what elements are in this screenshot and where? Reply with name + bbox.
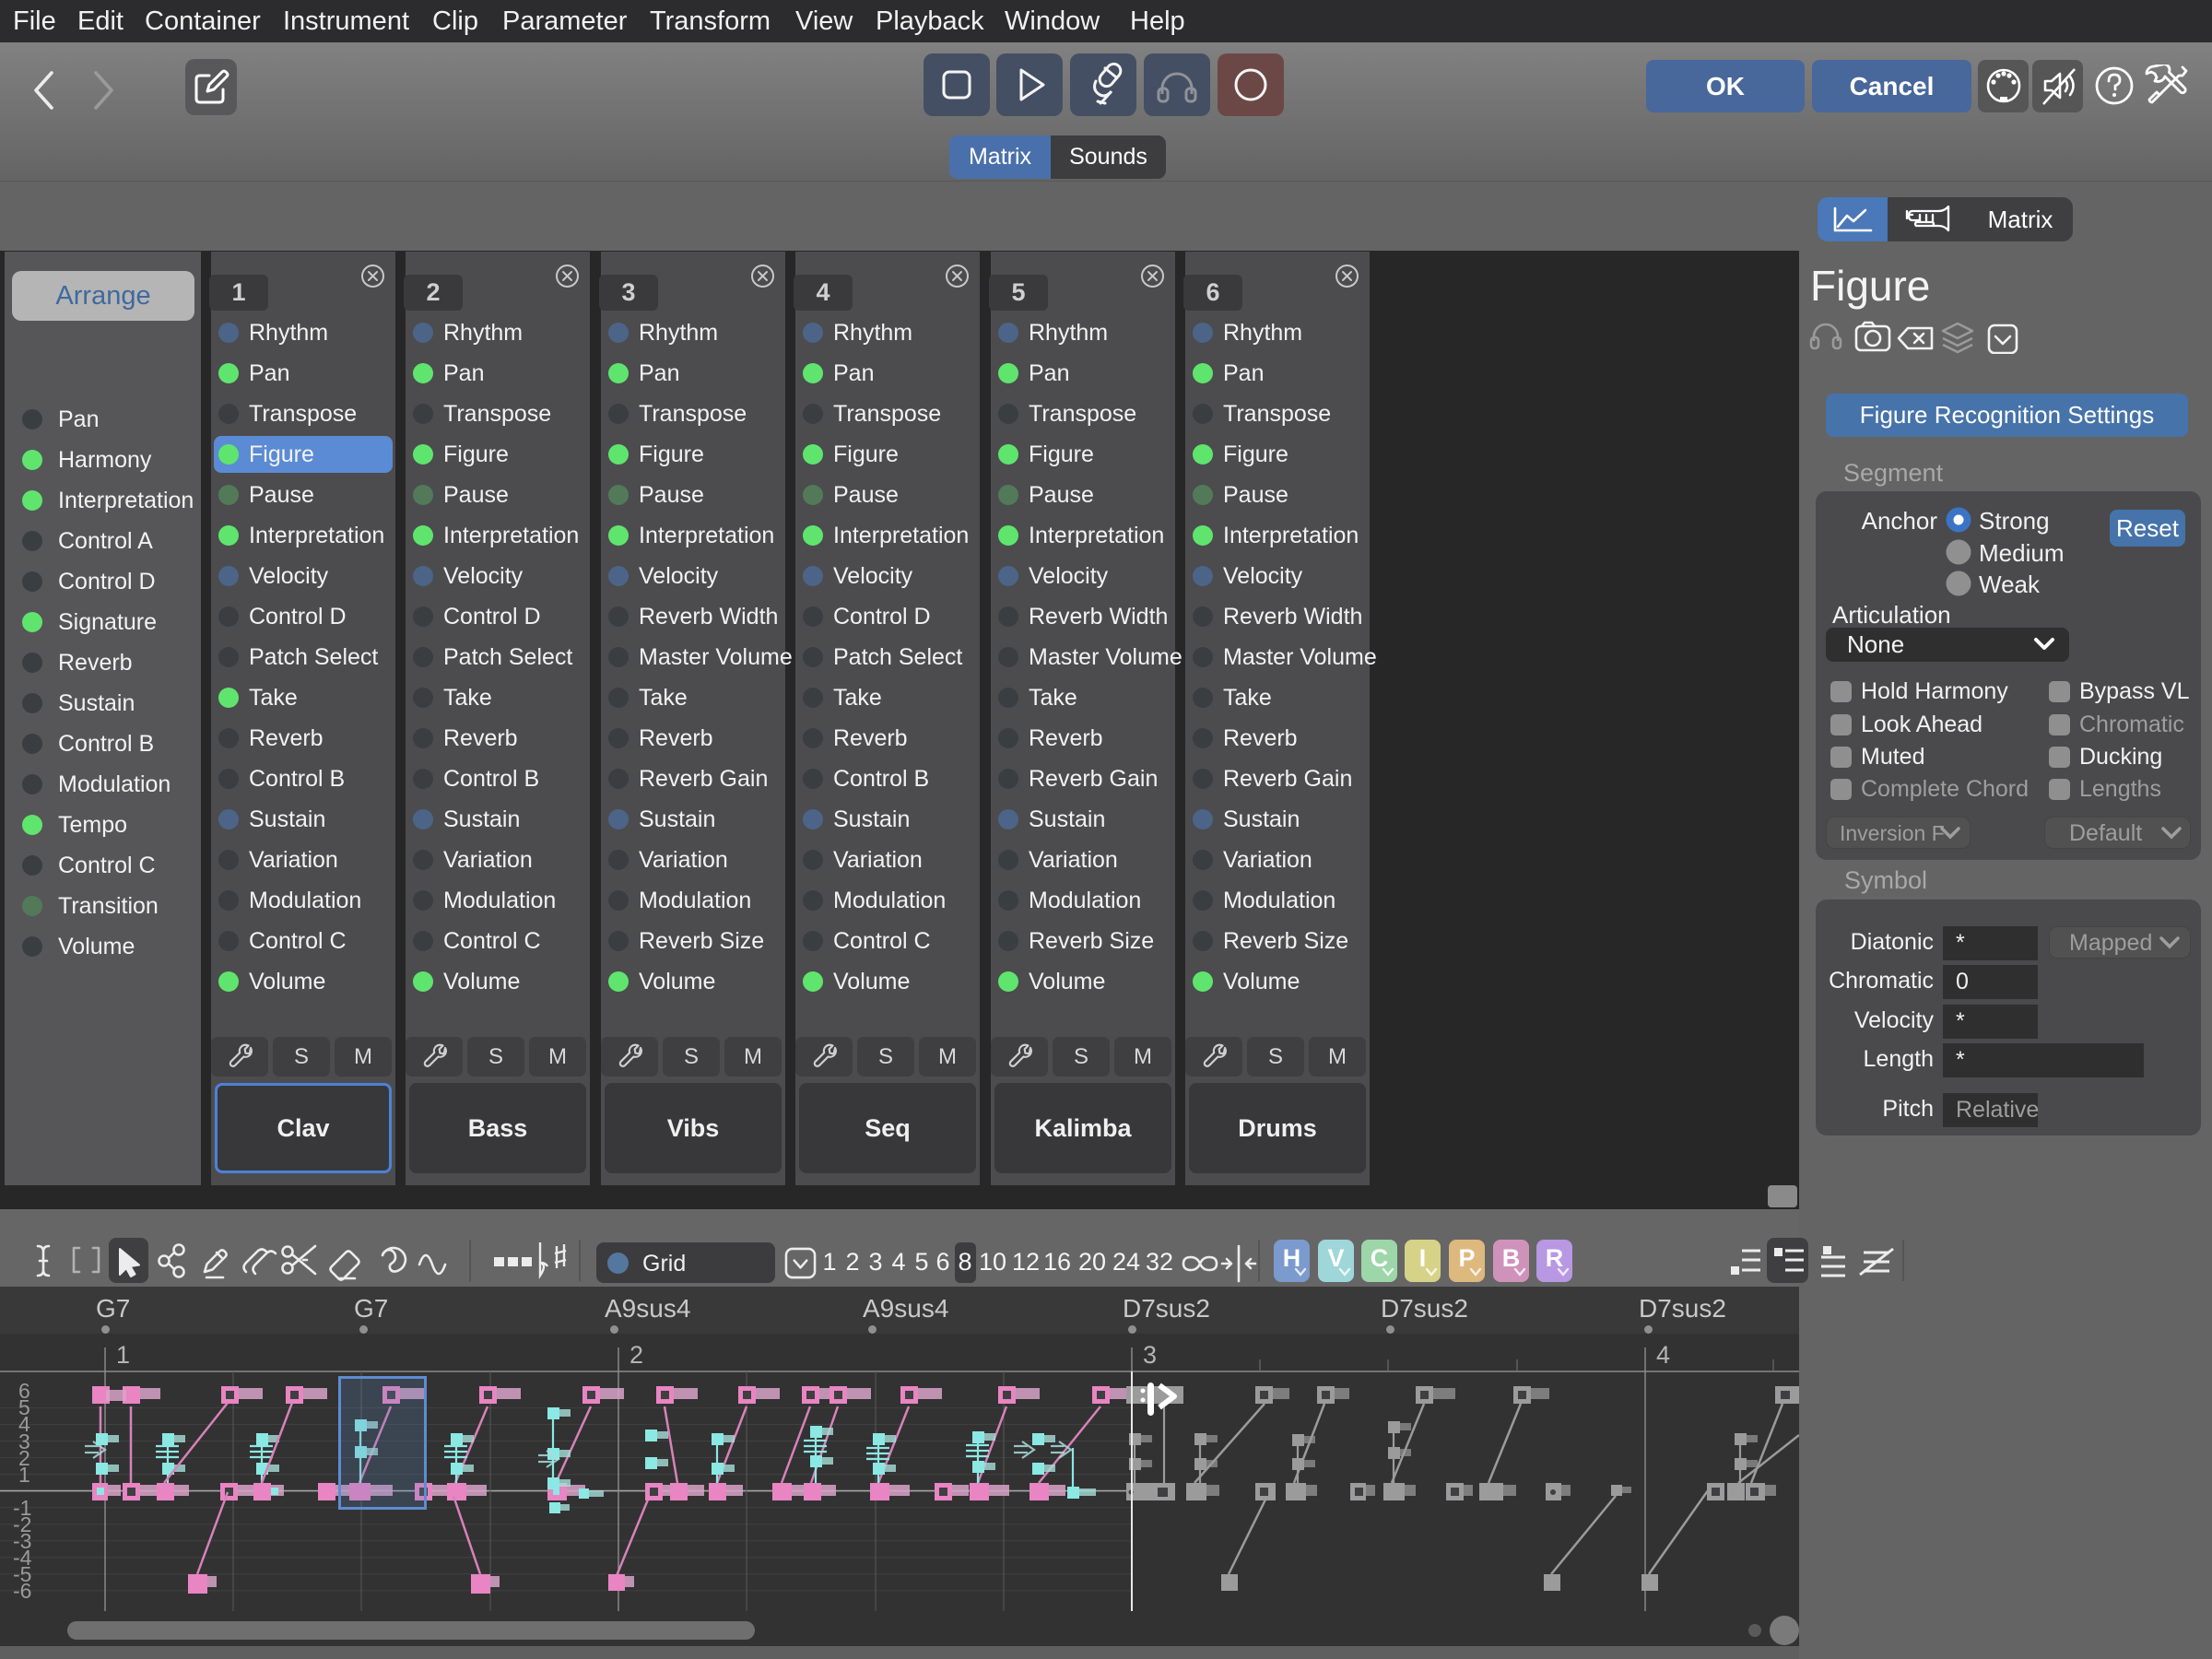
svg-text:3: 3 — [1143, 1341, 1157, 1369]
svg-text:1: 1 — [116, 1341, 130, 1369]
svg-text:2: 2 — [629, 1341, 643, 1369]
svg-text:6: 6 — [18, 1379, 30, 1403]
svg-text:-6: -6 — [13, 1579, 31, 1603]
svg-text:4: 4 — [1656, 1341, 1670, 1369]
